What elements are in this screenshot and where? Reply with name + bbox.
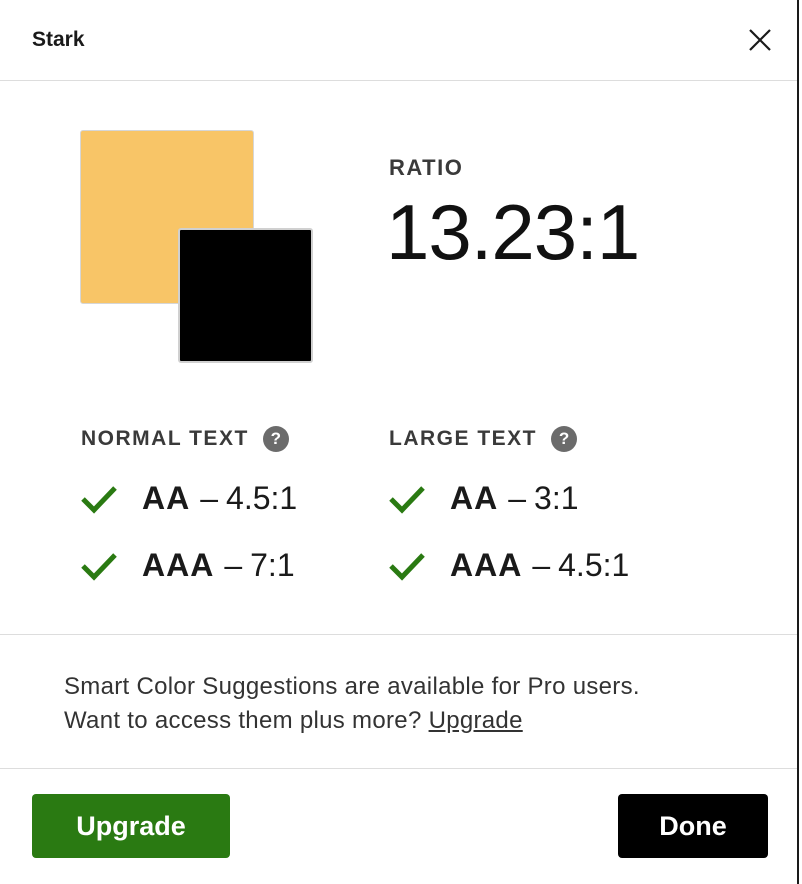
dialog-header: Stark [0,0,797,81]
large-text-aa-row: AA – 3:1 [388,480,579,517]
large-text-help-icon[interactable]: ? [551,426,578,452]
normal-aa-ratio: 4.5:1 [226,480,298,516]
large-text-aaa-row: AAA – 4.5:1 [388,547,629,584]
upgrade-button[interactable]: Upgrade [32,794,230,858]
check-icon [389,552,425,581]
large-aaa-ratio: 4.5:1 [558,547,630,583]
close-button[interactable] [744,24,776,56]
normal-text-label: NORMAL TEXT [81,427,249,450]
normal-aaa-level: AAA [142,547,215,583]
check-icon [81,485,117,514]
check-icon [81,552,117,581]
normal-text-heading: NORMAL TEXT ? [81,426,289,452]
background-color-swatch[interactable] [178,228,313,363]
ratio-value: 13.23:1 [386,188,640,276]
normal-aa-level: AA [142,480,191,516]
large-aa-separator: – [508,480,527,516]
promo-line-2: Want to access them plus more? Upgrade [64,704,640,738]
done-button[interactable]: Done [618,794,768,858]
promo-line-1: Smart Color Suggestions are available fo… [64,673,640,700]
normal-aa-separator: – [200,480,219,516]
large-text-heading: LARGE TEXT ? [389,426,578,452]
stark-dialog: Stark RATIO 13.23:1 NORMAL TEXT ? AA – 4… [0,0,799,884]
large-aaa-separator: – [532,547,551,583]
large-aaa-level: AAA [450,547,523,583]
ratio-label: RATIO [389,155,464,180]
close-icon [749,29,771,51]
large-aa-level: AA [450,480,499,516]
normal-text-aaa-row: AAA – 7:1 [80,547,295,584]
large-aa-ratio: 3:1 [534,480,579,516]
check-icon [389,485,425,514]
dialog-title: Stark [32,28,85,51]
normal-text-aa-row: AA – 4.5:1 [80,480,297,517]
pro-promo-text: Smart Color Suggestions are available fo… [64,670,640,738]
normal-text-help-icon[interactable]: ? [262,426,289,452]
promo-line-2-text: Want to access them plus more? [64,707,422,734]
normal-aaa-ratio: 7:1 [250,547,295,583]
normal-aaa-separator: – [224,547,243,583]
divider [0,768,797,769]
divider [0,634,797,635]
large-text-label: LARGE TEXT [389,427,538,450]
upgrade-link[interactable]: Upgrade [429,707,523,734]
